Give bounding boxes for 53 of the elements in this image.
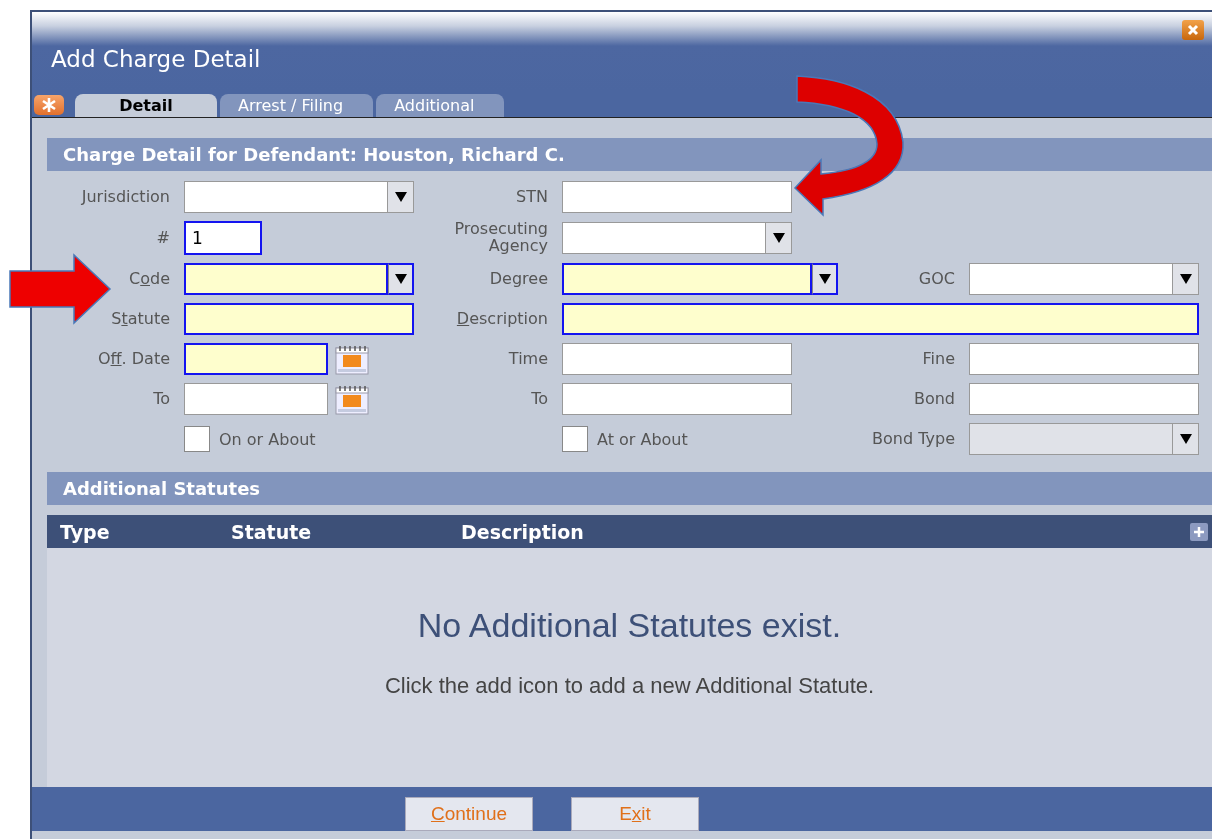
field-label: Bond Type [872,430,955,448]
input-field[interactable] [184,303,414,335]
field-label: Code [129,270,170,288]
input-field[interactable] [562,303,1199,335]
column-header: Type [59,520,111,543]
asterisk-icon[interactable] [34,95,64,115]
calendar-icon[interactable] [334,383,370,415]
field-label: GOC [918,270,955,288]
field-label: Time [508,350,548,368]
tab[interactable]: Arrest / Filing [220,94,374,117]
add-icon[interactable] [1190,523,1208,541]
field-label: # [156,229,170,247]
field-label: Prosecuting Agency [453,221,548,255]
tab[interactable]: Additional [376,94,505,117]
field-label: To [153,390,170,408]
input-field[interactable] [969,343,1199,375]
input-field[interactable] [562,383,792,415]
checkbox[interactable] [562,426,588,452]
section-header: Additional Statutes [47,472,1212,505]
date-field[interactable] [184,343,328,375]
checkbox[interactable] [184,426,210,452]
input-field[interactable] [562,343,792,375]
dropdown-field[interactable] [184,263,388,295]
input-field[interactable] [562,181,792,213]
calendar-icon[interactable] [334,343,370,375]
empty-hint: Click the add icon to add a new Additional Statute. [384,673,875,699]
field-label: Off. Date [97,350,170,368]
dialog-button[interactable]: Continue [405,797,533,831]
dropdown-field[interactable] [562,263,812,295]
field-label: Jurisdiction [81,188,170,206]
field-label: Description [456,310,548,328]
input-field[interactable] [969,383,1199,415]
column-header: Description [461,520,584,543]
checkbox-label: On or About [219,429,316,449]
dialog-button[interactable]: Exit [571,797,699,831]
input-field[interactable]: 1 [184,221,262,255]
field-label: STN [516,188,548,206]
dropdown-field[interactable] [562,222,766,254]
checkbox-label: At or About [597,429,688,449]
empty-message: No Additional Statutes exist. [417,606,842,645]
field-label: To [531,390,548,408]
field-label: Statute [111,310,170,328]
window-title: Add Charge Detail [51,46,261,72]
close-icon[interactable] [1182,20,1204,40]
date-field[interactable] [184,383,328,415]
dropdown-field[interactable] [969,263,1173,295]
field-label: Fine [922,350,955,368]
dropdown-field[interactable] [184,181,388,213]
tab[interactable]: Detail [75,94,217,117]
field-label: Bond [913,390,955,408]
field-label: Degree [489,270,548,288]
column-header: Statute [231,520,313,543]
section-header: Charge Detail for Defendant: Houston, Richard C. [47,138,1212,171]
